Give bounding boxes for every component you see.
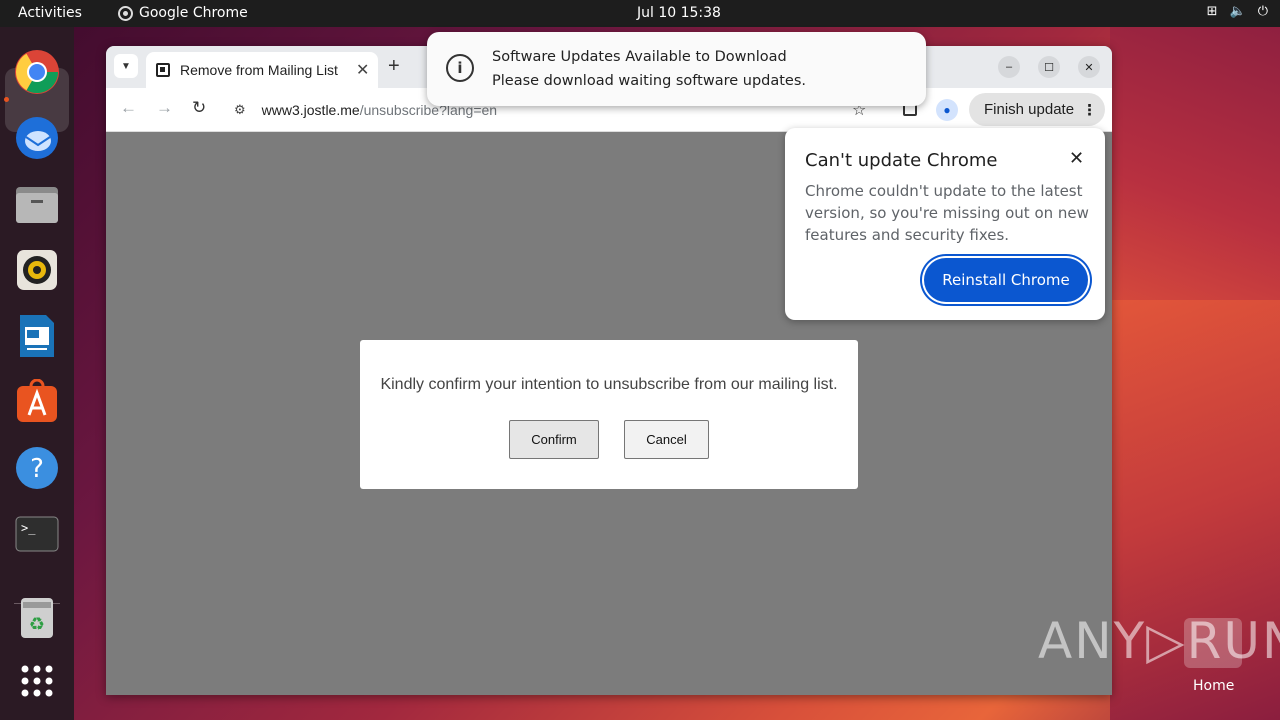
finish-update-button[interactable]: Finish update ⋮ <box>969 93 1105 126</box>
home-label[interactable]: Home <box>1193 678 1234 694</box>
close-window-button[interactable]: ✕ <box>1078 56 1100 78</box>
unsubscribe-dialog: Kindly confirm your intention to unsubsc… <box>360 340 858 489</box>
bubble-title: Can't update Chrome <box>805 150 998 171</box>
url-host: www3.jostle.me <box>261 102 360 118</box>
files-icon[interactable] <box>13 180 61 228</box>
anyrun-watermark: ANY▷RUN <box>1038 612 1280 670</box>
minimize-button[interactable]: – <box>998 56 1020 78</box>
notification-body: Please download waiting software updates… <box>492 73 807 89</box>
app-name: Google Chrome <box>139 5 248 21</box>
notification-title: Software Updates Available to Download <box>492 49 787 65</box>
finish-update-label: Finish update <box>984 101 1075 118</box>
thunderbird-icon[interactable] <box>13 114 61 162</box>
svg-text:?: ? <box>30 454 44 484</box>
wallpaper-shape <box>1110 27 1280 307</box>
reinstall-chrome-button[interactable]: Reinstall Chrome <box>924 258 1088 302</box>
system-tray[interactable]: ⊞ 🔈 ⏻ <box>1207 4 1268 19</box>
dock: ? >_ ♻ <box>0 27 74 720</box>
home-folder-icon[interactable] <box>1184 618 1242 668</box>
clock[interactable]: Jul 10 15:38 <box>637 5 721 21</box>
tab-title: Remove from Mailing List <box>180 62 338 78</box>
close-icon[interactable]: ✕ <box>1069 148 1084 169</box>
forward-icon[interactable]: → <box>156 98 173 118</box>
svg-text:>_: >_ <box>21 521 36 535</box>
dialog-message: Kindly confirm your intention to unsubsc… <box>380 376 838 393</box>
app-menu[interactable]: Google Chrome <box>118 5 248 21</box>
tab-search-button[interactable]: ▼ <box>114 54 138 78</box>
chrome-icon <box>118 5 133 21</box>
apps-grid-icon[interactable] <box>13 657 61 705</box>
bubble-body: Chrome couldn't update to the latest ver… <box>805 182 1089 244</box>
power-icon[interactable]: ⏻ <box>1258 4 1268 19</box>
help-icon[interactable]: ? <box>13 444 61 492</box>
system-notification[interactable]: i Software Updates Available to Download… <box>427 32 926 106</box>
tab-active[interactable]: Remove from Mailing List ✕ <box>146 52 378 88</box>
favicon-icon <box>156 63 170 77</box>
close-tab-icon[interactable]: ✕ <box>356 60 369 80</box>
back-icon[interactable]: ← <box>120 98 137 118</box>
svg-text:♻: ♻ <box>29 614 45 635</box>
writer-icon[interactable] <box>13 312 61 360</box>
network-icon[interactable]: ⊞ <box>1207 4 1218 19</box>
terminal-icon[interactable]: >_ <box>13 510 61 558</box>
new-tab-button[interactable]: + <box>388 55 400 78</box>
reload-icon[interactable]: ↻ <box>192 98 206 118</box>
volume-icon[interactable]: 🔈 <box>1230 4 1246 19</box>
rhythmbox-icon[interactable] <box>13 246 61 294</box>
running-indicator <box>4 97 9 102</box>
update-bubble: Can't update Chrome ✕ Chrome couldn't up… <box>785 128 1105 320</box>
cancel-button[interactable]: Cancel <box>624 420 709 459</box>
site-info-icon[interactable]: ⚙ <box>234 102 246 118</box>
top-bar: Activities Google Chrome Jul 10 15:38 ⊞ … <box>0 0 1280 27</box>
chrome-icon[interactable] <box>13 48 61 96</box>
chevron-down-icon: ▼ <box>121 60 131 72</box>
activities-button[interactable]: Activities <box>18 5 82 21</box>
app-center-icon[interactable] <box>13 378 61 426</box>
info-icon: i <box>446 54 474 82</box>
kebab-menu-icon: ⋮ <box>1082 101 1098 119</box>
confirm-button[interactable]: Confirm <box>509 420 599 459</box>
profile-avatar-icon[interactable]: ● <box>936 99 958 121</box>
maximize-button[interactable]: ☐ <box>1038 56 1060 78</box>
trash-icon[interactable]: ♻ <box>13 593 61 641</box>
